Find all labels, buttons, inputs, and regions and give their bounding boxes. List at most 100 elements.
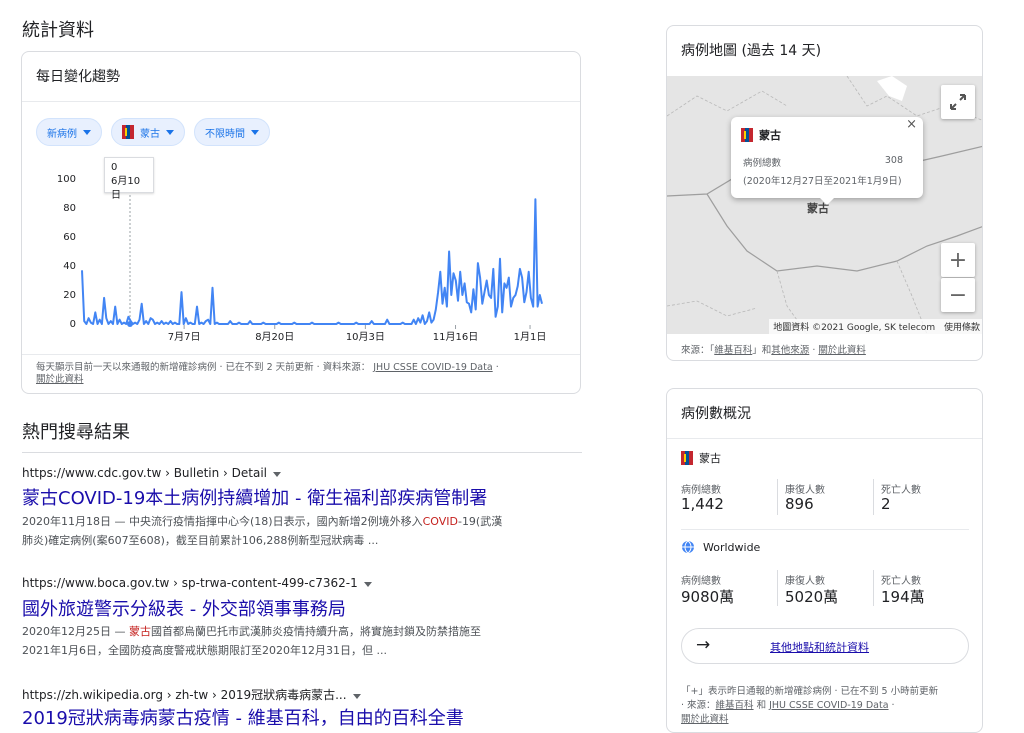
popup-label: 病例總數 (743, 158, 782, 169)
result-title-link[interactable]: 蒙古COVID-19本土病例持續增加 - 衛生福利部疾病管制署 (22, 484, 487, 510)
mongolia-flag-icon (122, 125, 134, 139)
fullscreen-icon[interactable] (941, 85, 975, 119)
popup-value: 308 (884, 155, 903, 166)
snippet-text: 肺炎)確定病例(案607至608)，截至目前累計106,288例新型冠狀病毒 .… (22, 534, 379, 547)
metric-dropdown[interactable]: 新病例 (36, 118, 102, 146)
region-header: 蒙古 (681, 450, 721, 466)
result-date: 2020年11月18日 (22, 515, 111, 528)
stat-label: 康復人數 (785, 576, 825, 587)
lake-shape (877, 76, 907, 101)
chevron-down-icon (83, 129, 91, 135)
metric-dropdown-label: 新病例 (47, 128, 77, 140)
stat-value: 9080萬 (681, 588, 735, 606)
footnote-text: 和 (753, 700, 770, 711)
chevron-down-icon (166, 129, 174, 135)
y-tick-label: 0 (70, 319, 76, 330)
wikipedia-link[interactable]: 維基百科 (716, 700, 754, 711)
about-data-link[interactable]: 關於此資料 (681, 714, 729, 725)
divider (777, 570, 778, 606)
stat-value: 2 (881, 495, 891, 513)
footer-text: 每天顯示目前一天以來通報的新增確診病例 · 已在不到 2 天前更新 · 資料來源… (36, 362, 371, 373)
x-tick-label: 8月20日 (255, 331, 294, 343)
region-line (667, 300, 758, 317)
divider (22, 101, 580, 102)
chevron-down-icon[interactable] (363, 582, 372, 587)
jhu-source-link[interactable]: JHU CSSE COVID-19 Data (373, 362, 492, 373)
world-name: Worldwide (703, 540, 761, 554)
chevron-down-icon[interactable] (352, 694, 361, 699)
y-tick-label: 100 (57, 174, 76, 185)
footnote-text: · 來源： (681, 700, 716, 711)
stat-value: 1,442 (681, 495, 724, 513)
result-url-text: https://zh.wikipedia.org › zh-tw › 2019冠… (22, 688, 347, 702)
stat-label: 病例總數 (681, 576, 721, 587)
chevron-down-icon (251, 129, 259, 135)
stat-label: 死亡人數 (881, 576, 921, 587)
source-text: 」和 (752, 345, 772, 356)
divider (873, 479, 874, 515)
map-canvas[interactable]: 蒙古 + − 地圖資料 ©2021 Google, SK telecom 使用條… (667, 76, 982, 334)
time-dropdown[interactable]: 不限時間 (194, 118, 270, 146)
about-data-link[interactable]: 關於此資料 (36, 374, 84, 385)
jhu-source-link[interactable]: JHU CSSE COVID-19 Data (769, 700, 888, 711)
region-dropdown-label: 蒙古 (140, 128, 160, 140)
divider (777, 479, 778, 515)
close-icon[interactable]: × (906, 117, 917, 132)
chart-tooltip: 0 6月10日 (104, 157, 154, 201)
map-popup: 蒙古 × 病例總數 308 (2020年12月27日至2021年1月9日) (731, 117, 923, 205)
zoom-in-button[interactable]: + (941, 243, 975, 277)
x-tick-label: 11月16日 (433, 331, 478, 343)
result-snippet: 2020年12月25日 — 蒙古國首都烏蘭巴托市武漢肺炎疫情持續升高，將實施封鎖… (22, 622, 562, 660)
globe-icon (682, 540, 694, 554)
x-tick-label: 1月1日 (514, 331, 547, 343)
overview-card: 病例數概況 蒙古 病例總數 1,442 康復人數 896 死亡人數 2 Worl… (666, 388, 983, 733)
divider (22, 354, 580, 355)
other-sources-link[interactable]: 其他來源 (771, 345, 809, 356)
footnote-text: 「+」表示昨日通報的新增確診病例 · 已在不到 5 小時前更新 (681, 686, 939, 697)
world-header: Worldwide (681, 540, 760, 554)
tooltip-date: 6月10日 (111, 176, 141, 201)
y-tick-label: 60 (63, 232, 76, 243)
region-dropdown[interactable]: 蒙古 (111, 118, 185, 146)
tooltip-value: 0 (111, 162, 118, 173)
attribution-text: 地圖資料 ©2021 Google, SK telecom (773, 323, 936, 333)
more-stats-label: 其他地點和統計資料 (770, 641, 869, 654)
hover-point (127, 321, 133, 327)
stat-value: 194萬 (881, 588, 925, 606)
result-url[interactable]: https://zh.wikipedia.org › zh-tw › 2019冠… (22, 686, 361, 703)
arrow-right-icon: → (696, 635, 711, 655)
chevron-down-icon[interactable] (273, 472, 281, 477)
snippet-highlight: COVID (422, 515, 458, 528)
result-url[interactable]: https://www.cdc.gov.tw › Bulletin › Deta… (22, 466, 281, 480)
result-date: 2020年12月25日 (22, 625, 111, 638)
about-data-link[interactable]: 關於此資料 (818, 345, 866, 356)
trend-card-title: 每日變化趨勢 (36, 69, 120, 85)
source-text: 來源：「 (681, 345, 715, 356)
popup-region: 蒙古 (741, 127, 781, 143)
snippet-text: — (111, 625, 129, 638)
stat-value: 896 (785, 495, 814, 513)
snippet-text: 2021年1月6日，全國防疫高度警戒狀態期限訂至2020年12月31日，但 ..… (22, 644, 387, 657)
divider (873, 570, 874, 606)
map-card-title: 病例地圖 (過去 14 天) (681, 43, 822, 59)
divider (681, 529, 969, 530)
zoom-out-button[interactable]: − (941, 278, 975, 312)
snippet-text: — 中央流行疫情指揮中心今(18)日表示，國內新增2例境外移入 (111, 515, 423, 528)
more-stats-button[interactable]: → 其他地點和統計資料 (681, 628, 969, 664)
map-attribution: 地圖資料 ©2021 Google, SK telecom 使用條款 (769, 319, 982, 334)
region-line (667, 90, 788, 117)
stats-heading: 統計資料 (22, 20, 94, 41)
wikipedia-link[interactable]: 維基百科 (714, 345, 752, 356)
result-url[interactable]: https://www.boca.gov.tw › sp-trwa-conten… (22, 576, 372, 590)
terms-link[interactable]: 使用條款 (944, 323, 980, 333)
result-title-link[interactable]: 2019冠狀病毒病蒙古疫情 - 維基百科，自由的百科全書 (22, 704, 464, 730)
footnote-text: · (888, 700, 895, 711)
time-dropdown-label: 不限時間 (205, 128, 245, 140)
snippet-text: 國首都烏蘭巴托市武漢肺炎疫情持續升高，將實施封鎖及防禁措施至 (151, 625, 481, 638)
mongolia-flag-icon (741, 128, 753, 142)
y-tick-label: 80 (63, 203, 76, 214)
map-source: 來源：「維基百科」和其他來源 · 關於此資料 (681, 342, 866, 356)
overview-card-title: 病例數概況 (681, 406, 751, 422)
result-title-link[interactable]: 國外旅遊警示分級表 - 外交部領事事務局 (22, 595, 346, 621)
region-name: 蒙古 (699, 452, 721, 465)
